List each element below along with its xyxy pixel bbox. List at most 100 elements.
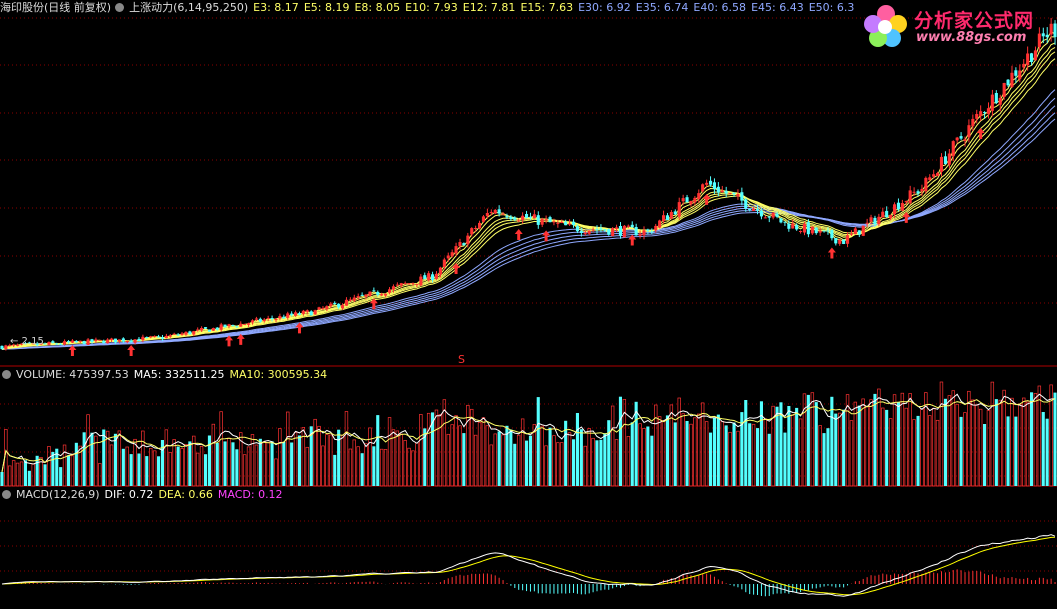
candle-body xyxy=(419,276,423,286)
candle-body xyxy=(548,217,552,223)
volume-bar xyxy=(450,424,454,487)
macd-lines xyxy=(1,534,1056,597)
volume-value[interactable]: VOLUME: 475397.53 xyxy=(16,368,129,381)
volume-bar xyxy=(23,460,27,486)
candle-body xyxy=(857,230,861,235)
volume-bar xyxy=(364,443,368,487)
candle-body xyxy=(235,326,239,328)
volume-toggle-icon[interactable] xyxy=(2,370,11,379)
candle-body xyxy=(270,318,274,320)
candle-body xyxy=(775,213,779,217)
volume-bar xyxy=(591,437,595,487)
volume-bar xyxy=(458,425,462,487)
volume-bar xyxy=(168,452,172,487)
candle-body xyxy=(254,318,258,320)
stock-chart-canvas[interactable]: ← 2.15 S xyxy=(0,0,1057,609)
indicator-name[interactable]: 上涨动力(6,14,95,250) xyxy=(129,1,248,14)
ema-value: E8: 8.05 xyxy=(354,1,401,14)
candle-body xyxy=(489,212,493,213)
candle-body xyxy=(689,201,693,205)
candle-body xyxy=(141,336,145,341)
volume-bar xyxy=(368,427,372,487)
candle-body xyxy=(4,345,8,350)
indicator-toggle-icon[interactable] xyxy=(115,3,125,12)
candle-body xyxy=(121,338,125,342)
volume-bar xyxy=(286,411,290,487)
volume-bar xyxy=(920,408,924,487)
candle-body xyxy=(650,231,654,233)
candle-body xyxy=(145,337,149,338)
volume-bar xyxy=(759,401,763,486)
candle-body xyxy=(900,203,904,211)
volume-bar xyxy=(716,414,720,486)
volume-bar xyxy=(70,455,75,487)
candle-body xyxy=(607,229,611,235)
candle-body xyxy=(329,303,333,307)
volume-bar xyxy=(242,454,247,487)
ema-value: E3: 8.17 xyxy=(253,1,299,14)
candle-body xyxy=(998,97,1002,105)
candle-body xyxy=(528,216,532,218)
candle-body xyxy=(885,210,889,217)
candle-body xyxy=(662,215,666,222)
volume-bar xyxy=(254,444,259,487)
candle-body xyxy=(513,217,517,220)
macd-toggle-icon[interactable] xyxy=(2,490,11,499)
volume-bar xyxy=(223,441,227,486)
volume-bar xyxy=(916,415,920,486)
volume-bar xyxy=(195,452,200,487)
candle-body xyxy=(712,182,716,190)
candle-body xyxy=(434,273,438,279)
volume-bar xyxy=(892,394,897,487)
volume-bar xyxy=(791,414,795,487)
candle-body xyxy=(658,220,662,228)
macd-name[interactable]: MACD(12,26,9) xyxy=(16,488,100,501)
candle-body xyxy=(427,273,431,281)
candle-body xyxy=(724,190,728,194)
candle-body xyxy=(117,339,121,342)
candle-body xyxy=(509,216,513,219)
volume-bar xyxy=(986,410,991,487)
volume-bar xyxy=(834,413,838,486)
candle-body xyxy=(391,286,395,290)
volume-bar xyxy=(1022,397,1026,487)
candle-body xyxy=(90,339,94,342)
volume-bar xyxy=(152,450,157,487)
volume-bar xyxy=(325,434,329,487)
volume-bar xyxy=(141,430,145,487)
volume-bar xyxy=(1053,392,1057,486)
candle-body xyxy=(540,218,544,225)
candle-body xyxy=(157,336,161,338)
candle-body xyxy=(407,283,411,285)
candle-body xyxy=(626,225,630,227)
volume-bar xyxy=(845,394,850,487)
stock-name[interactable]: 海印股份(日线 前复权) xyxy=(0,1,111,14)
volume-bar xyxy=(826,428,830,486)
candle-body xyxy=(799,231,803,232)
ema-line-long xyxy=(1,112,1056,350)
volume-bar xyxy=(133,438,137,487)
candle-body xyxy=(1002,83,1006,97)
candle-body xyxy=(705,182,709,185)
candle-body xyxy=(818,230,822,233)
volume-bar xyxy=(603,433,607,486)
candle-body xyxy=(309,311,313,316)
candle-body xyxy=(959,136,963,139)
candle-body xyxy=(415,283,419,285)
volume-bar xyxy=(728,431,732,487)
volume-bar xyxy=(329,434,333,487)
volume-bar xyxy=(31,463,35,487)
candle-body xyxy=(802,223,806,233)
volume-bar xyxy=(184,444,188,487)
ema-value: E50: 6.3 xyxy=(808,1,855,14)
candle-body xyxy=(63,341,67,345)
volume-bar xyxy=(90,432,94,486)
candle-body xyxy=(904,201,908,203)
candle-body xyxy=(963,139,967,141)
candle-body xyxy=(525,214,529,218)
volume-bar xyxy=(415,442,419,487)
candle-body xyxy=(916,191,920,194)
volume-bar xyxy=(501,434,505,487)
volume-bar xyxy=(250,434,255,487)
volume-bar xyxy=(787,406,791,486)
